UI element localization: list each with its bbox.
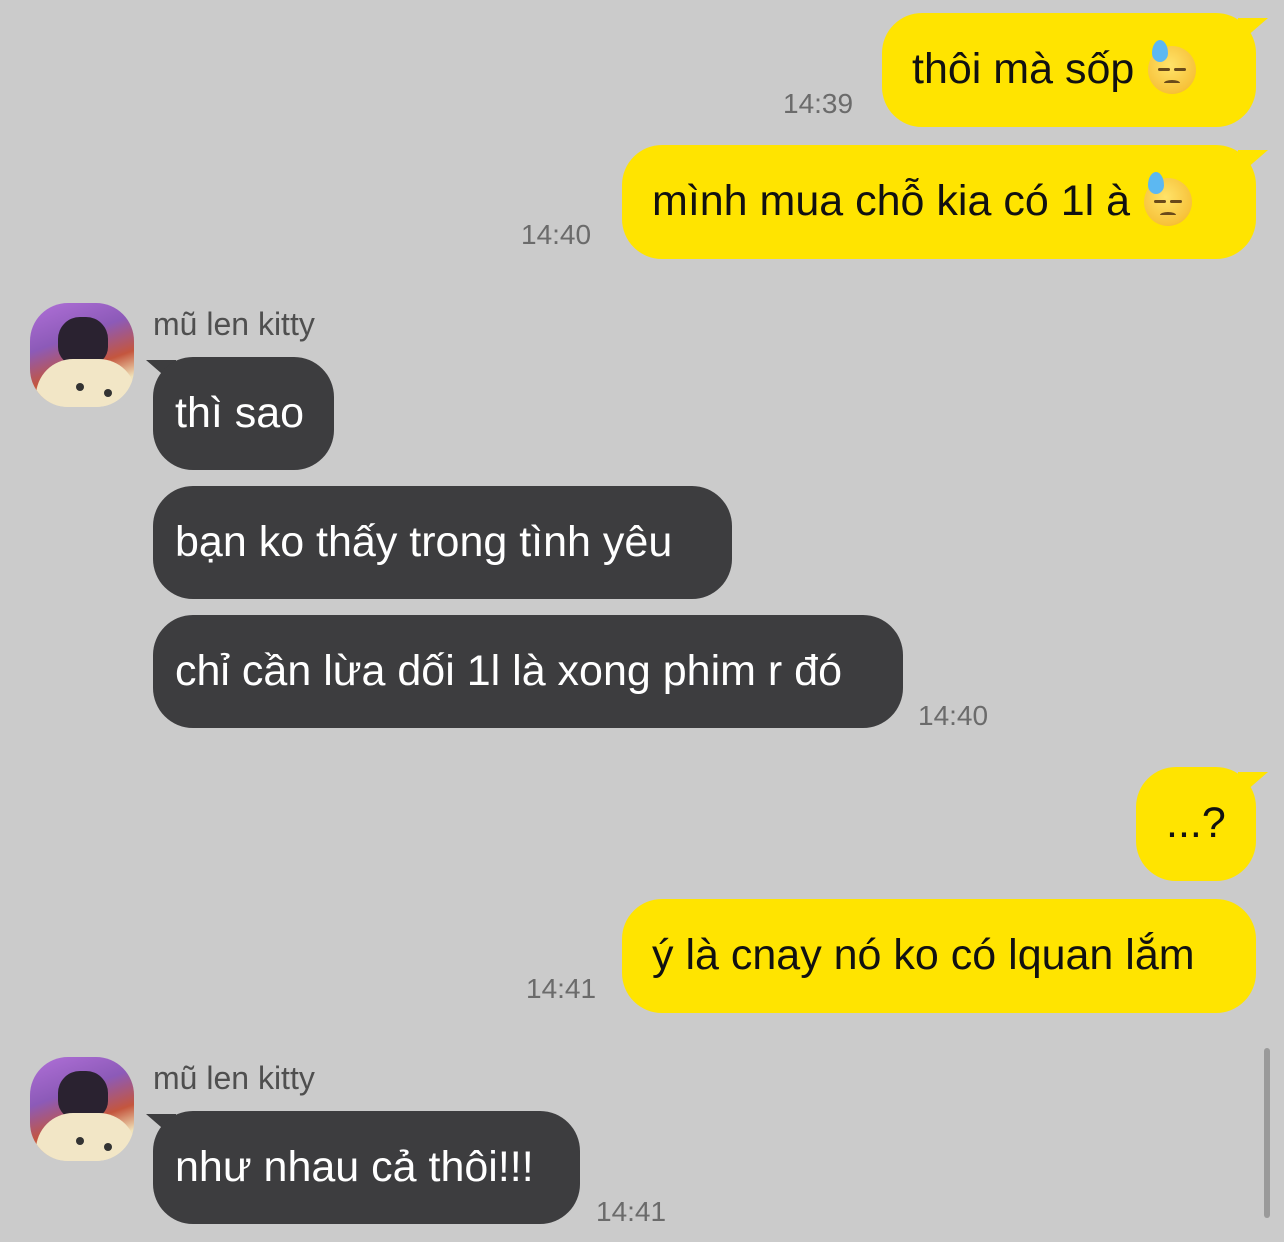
message-text: mình mua chỗ kia có 1l à — [652, 177, 1131, 226]
sender-name: mũ len kitty — [153, 1060, 315, 1096]
message-timestamp: 14:41 — [526, 973, 597, 1004]
message-text: thôi mà sốp — [912, 45, 1135, 94]
message-timestamp: 14:40 — [918, 700, 989, 731]
message-text: ...? — [1166, 799, 1226, 848]
downcast-face-with-sweat-icon — [1144, 172, 1193, 226]
message-text: thì sao — [175, 388, 305, 437]
message-timestamp: 14:41 — [596, 1196, 667, 1227]
bubble-tail — [1238, 150, 1268, 176]
incoming-message-bubble[interactable]: chỉ cần lừa dối 1l là xong phim r đó — [153, 615, 903, 728]
sender-name: mũ len kitty — [153, 306, 315, 342]
chat-view[interactable]: 14:39 thôi mà sốp 14:40 mình mua chỗ kia… — [0, 0, 1284, 1242]
downcast-face-with-sweat-icon — [1148, 40, 1197, 94]
incoming-message-bubble[interactable]: bạn ko thấy trong tình yêu — [153, 486, 732, 599]
message-text: bạn ko thấy trong tình yêu — [175, 517, 673, 566]
scrollbar[interactable] — [1264, 1048, 1270, 1218]
incoming-message-bubble[interactable]: thì sao — [153, 357, 334, 470]
bubble-tail — [1238, 18, 1268, 44]
outgoing-message-bubble[interactable]: mình mua chỗ kia có 1l à — [622, 145, 1256, 259]
avatar[interactable] — [30, 303, 134, 407]
avatar[interactable] — [30, 1057, 134, 1161]
message-text: ý là cnay nó ko có lquan lắm — [652, 931, 1195, 980]
bubble-tail — [1238, 772, 1268, 798]
outgoing-message-bubble[interactable]: ý là cnay nó ko có lquan lắm — [622, 899, 1256, 1013]
message-text: chỉ cần lừa dối 1l là xong phim r đó — [175, 646, 842, 695]
message-text: như nhau cả thôi!!! — [175, 1142, 534, 1191]
incoming-message-bubble[interactable]: như nhau cả thôi!!! — [153, 1111, 580, 1224]
message-timestamp: 14:40 — [521, 219, 592, 250]
message-timestamp: 14:39 — [783, 88, 854, 119]
outgoing-message-bubble[interactable]: thôi mà sốp — [882, 13, 1256, 127]
